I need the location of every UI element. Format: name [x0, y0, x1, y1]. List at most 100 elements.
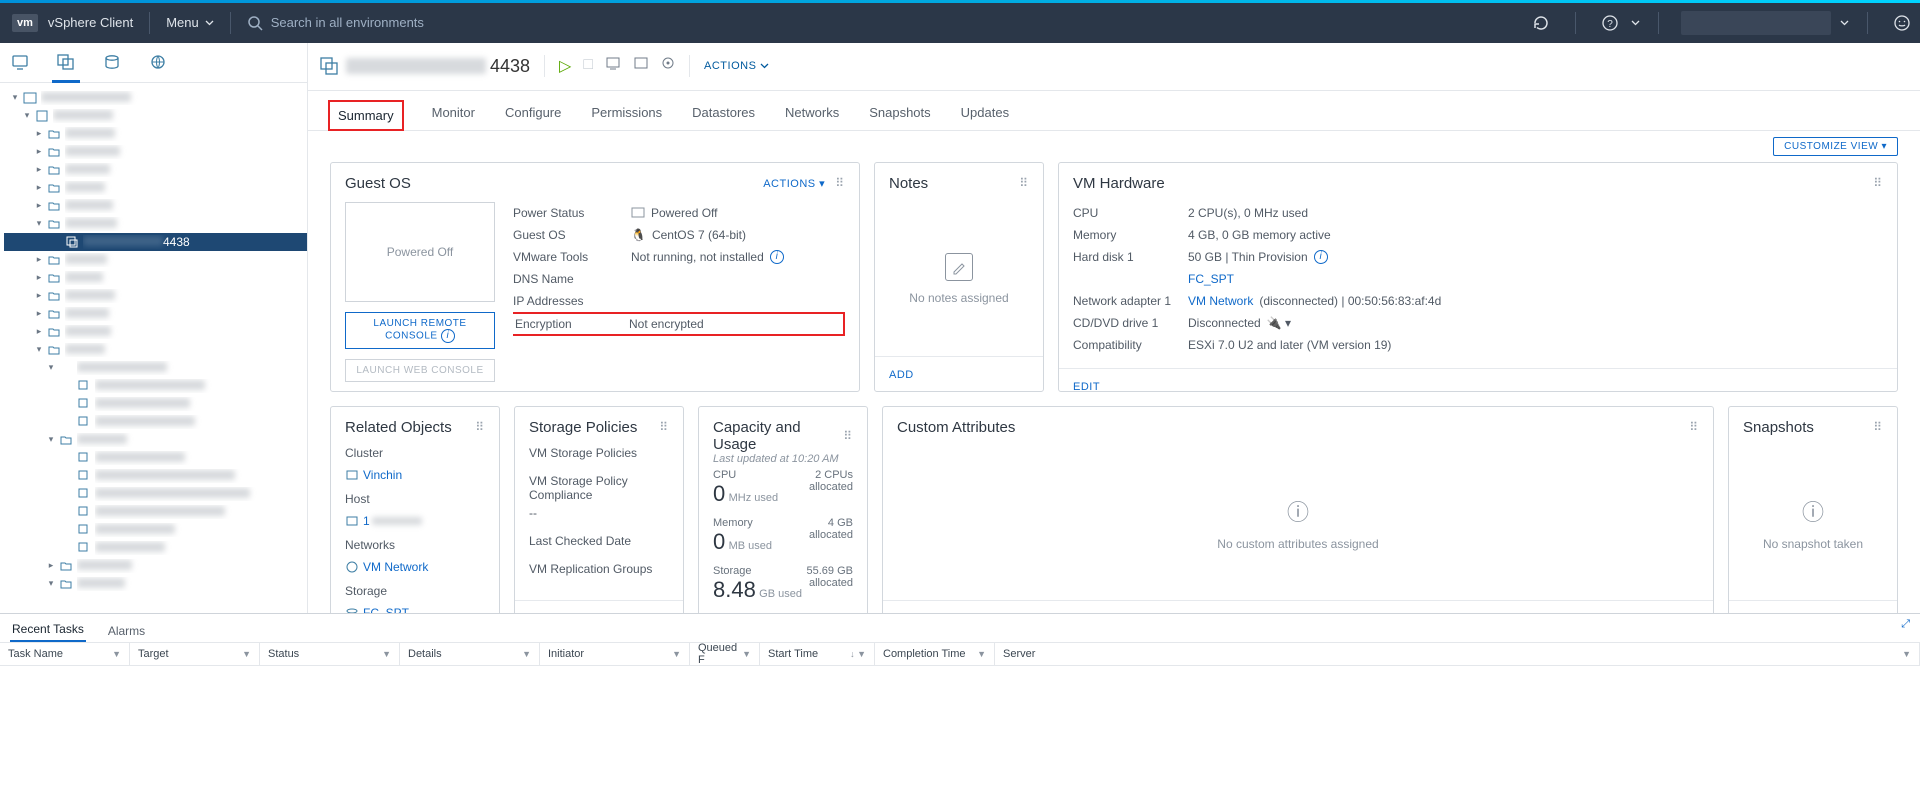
inventory-tree[interactable]: ▾ ▾ ▸ ▸ ▸ ▸ ▸ ▾ 4438 ▸ ▸ ▸ ▸ ▸ ▾ ▾ ▾	[0, 83, 307, 613]
drag-handle-icon[interactable]: ⠿	[835, 176, 845, 190]
col-initiator[interactable]: Initiator▼	[540, 643, 690, 665]
tab-summary[interactable]: Summary	[328, 100, 404, 131]
tree-folder[interactable]: ▸	[4, 269, 307, 287]
suspend-icon[interactable]	[605, 56, 621, 76]
tree-folder[interactable]: ▸	[4, 125, 307, 143]
tree-folder[interactable]: ▸	[4, 143, 307, 161]
power-off-icon[interactable]: □	[583, 56, 593, 76]
tree-vm[interactable]	[4, 503, 307, 521]
tab-datastores[interactable]: Datastores	[690, 105, 757, 130]
power-icon	[631, 207, 645, 219]
tab-snapshots[interactable]: Snapshots	[867, 105, 932, 130]
tree-folder[interactable]: ▾	[4, 575, 307, 593]
tab-alarms[interactable]: Alarms	[106, 624, 147, 642]
card-title: Capacity and Usage	[713, 419, 843, 453]
col-task-name[interactable]: Task Name▼	[0, 643, 130, 665]
tree-folder[interactable]: ▸	[4, 287, 307, 305]
refresh-button[interactable]	[1523, 14, 1559, 32]
console-thumbnail[interactable]: Powered Off	[345, 202, 495, 302]
tree-vm[interactable]	[4, 395, 307, 413]
tree-vm[interactable]	[4, 467, 307, 485]
col-details[interactable]: Details▼	[400, 643, 540, 665]
connect-icon[interactable]: 🔌 ▾	[1267, 316, 1291, 330]
col-target[interactable]: Target▼	[130, 643, 260, 665]
col-status[interactable]: Status▼	[260, 643, 400, 665]
drag-handle-icon[interactable]: ⠿	[1019, 176, 1029, 190]
edit-icon	[945, 253, 973, 281]
expand-panel-icon[interactable]: ⤢	[1901, 618, 1910, 631]
chevron-down-icon	[205, 20, 214, 26]
drag-handle-icon[interactable]: ⠿	[475, 420, 485, 434]
tree-vm[interactable]	[4, 413, 307, 431]
chevron-down-icon[interactable]	[1628, 20, 1642, 26]
drag-handle-icon[interactable]: ⠿	[1689, 420, 1699, 434]
network-link[interactable]: VM Network	[1188, 294, 1253, 308]
col-queued[interactable]: Queued F▼	[690, 643, 760, 665]
guest-os-actions[interactable]: ACTIONS ▾	[763, 177, 825, 190]
datastore-link[interactable]: FC_SPT	[363, 606, 409, 613]
network-icon	[345, 561, 363, 573]
hosts-view-icon[interactable]	[10, 52, 30, 72]
tree-folder[interactable]: ▾	[4, 431, 307, 449]
tree-folder[interactable]: ▾	[4, 215, 307, 233]
tree-vm[interactable]	[4, 485, 307, 503]
tree-vm[interactable]	[4, 539, 307, 557]
tab-monitor[interactable]: Monitor	[430, 105, 477, 130]
tree-root[interactable]: ▾	[4, 89, 307, 107]
vms-view-icon[interactable]	[56, 52, 76, 72]
user-menu[interactable]	[1681, 11, 1831, 35]
drag-handle-icon[interactable]: ⠿	[1873, 420, 1883, 434]
datastore-icon	[345, 607, 363, 613]
tree-folder[interactable]: ▸	[4, 323, 307, 341]
tree-folder[interactable]: ▸	[4, 179, 307, 197]
chevron-down-icon[interactable]	[1837, 20, 1851, 26]
app-title: vSphere Client	[48, 15, 133, 30]
tree-folder[interactable]: ▸	[4, 557, 307, 575]
launch-remote-console-button[interactable]: LAUNCH REMOTE CONSOLE i	[345, 312, 495, 349]
network-view-icon[interactable]	[148, 52, 168, 72]
storage-view-icon[interactable]	[102, 52, 122, 72]
actions-dropdown[interactable]: ACTIONS	[704, 60, 769, 72]
tree-vm-selected[interactable]: 4438	[4, 233, 307, 251]
tree-folder[interactable]: ▸	[4, 305, 307, 323]
cluster-link[interactable]: Vinchin	[363, 468, 402, 482]
tree-vm[interactable]	[4, 521, 307, 539]
host-link[interactable]: 1	[363, 514, 422, 528]
launch-console-icon[interactable]	[633, 56, 649, 76]
datastore-link[interactable]: FC_SPT	[1188, 272, 1234, 286]
col-server[interactable]: Server▼	[995, 643, 1920, 665]
tree-vm[interactable]	[4, 449, 307, 467]
customize-view-button[interactable]: CUSTOMIZE VIEW ▾	[1773, 137, 1898, 156]
card-title: Related Objects	[345, 419, 452, 436]
tree-folder[interactable]: ▾	[4, 341, 307, 359]
svg-text:?: ?	[1607, 19, 1613, 30]
drag-handle-icon[interactable]: ⠿	[843, 429, 853, 443]
add-note-button[interactable]: ADD	[889, 369, 914, 381]
tree-folder[interactable]: ▸	[4, 161, 307, 179]
drag-handle-icon[interactable]: ⠿	[1873, 176, 1883, 190]
notes-card: Notes⠿ No notes assigned ADD	[874, 162, 1044, 392]
settings-icon[interactable]	[661, 56, 675, 76]
power-on-icon[interactable]: ▷	[559, 56, 571, 76]
tree-folder[interactable]: ▸	[4, 251, 307, 269]
tab-recent-tasks[interactable]: Recent Tasks	[10, 622, 86, 642]
help-button[interactable]: ?	[1592, 14, 1628, 32]
tab-updates[interactable]: Updates	[959, 105, 1011, 130]
col-start-time[interactable]: Start Time↓ ▼	[760, 643, 875, 665]
drag-handle-icon[interactable]: ⠿	[659, 420, 669, 434]
tree-datacenter[interactable]: ▾	[4, 107, 307, 125]
tree-folder[interactable]: ▸	[4, 197, 307, 215]
edit-hardware-button[interactable]: EDIT	[1073, 381, 1100, 393]
tab-configure[interactable]: Configure	[503, 105, 563, 130]
tab-permissions[interactable]: Permissions	[589, 105, 664, 130]
info-icon: i	[770, 250, 784, 264]
tab-networks[interactable]: Networks	[783, 105, 841, 130]
smiley-button[interactable]	[1884, 14, 1920, 32]
col-completion[interactable]: Completion Time▼	[875, 643, 995, 665]
network-link[interactable]: VM Network	[363, 560, 428, 574]
global-search[interactable]: Search in all environments	[247, 15, 424, 31]
folder-icon	[46, 201, 62, 211]
tree-folder[interactable]: ▾	[4, 359, 307, 377]
tree-vm[interactable]	[4, 377, 307, 395]
menu-dropdown[interactable]: Menu	[166, 15, 214, 30]
